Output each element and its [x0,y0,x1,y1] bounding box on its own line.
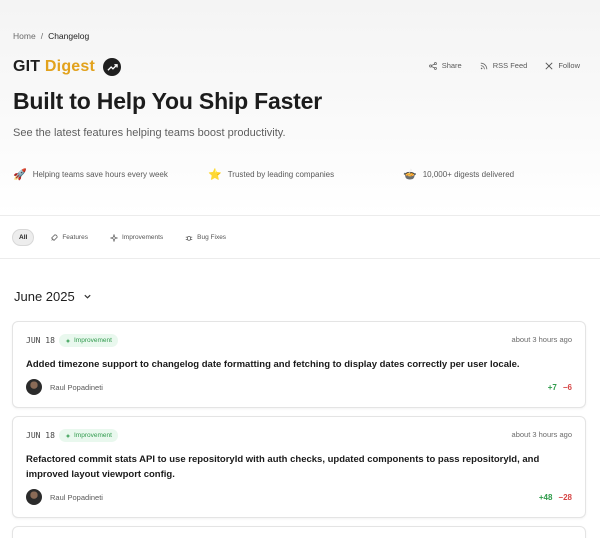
breadcrumb-separator: / [40,31,44,41]
breadcrumb-current: Changelog [48,31,90,41]
rocket-icon: 🚀 [13,169,27,181]
month-selector[interactable]: June 2025 [14,289,92,304]
author-name: Raul Popadineti [50,382,103,392]
month-label: June 2025 [14,289,75,304]
entry-date: JUN 18 [26,431,55,440]
entry-title: Refactored commit stats API to use repos… [26,454,540,480]
status-badge: Improvement [59,429,118,442]
feature-item: 🚀 Helping teams save hours every week [13,168,208,181]
avatar [26,379,42,395]
entry-time: about 3 hours ago [511,335,572,344]
bug-icon [185,235,193,241]
deletions-count: −28 [558,493,572,502]
filter-bugfixes[interactable]: Bug Fixes [179,230,232,246]
follow-button[interactable]: Follow [545,61,580,70]
entry-time: about 3 hours ago [511,430,572,439]
breadcrumb: Home / Changelog [13,31,89,41]
trending-up-icon [103,58,122,76]
brand-name: GIT Digest [13,58,95,76]
sparkle-icon [109,233,118,242]
filter-improvements-label: Improvements [121,234,164,241]
filter-features-label: Features [62,234,88,241]
brand-logo[interactable]: GIT Digest [13,58,122,76]
sparkle-icon [65,433,71,438]
deletions-count: −6 [562,383,572,392]
avatar [26,489,42,505]
entry-date: JUN 18 [26,336,55,345]
header-actions: Share RSS Feed Follow [428,61,580,70]
badge-label: Improvement [74,337,112,344]
star-icon: ⭐ [208,169,222,181]
filter-improvements[interactable]: Improvements [104,230,169,246]
page-subtitle: See the latest features helping teams bo… [13,127,286,139]
entry-author: Raul Popadineti [26,379,103,395]
rss-feed-button[interactable]: RSS Feed [480,61,528,70]
filter-all[interactable]: All [12,229,35,246]
bowl-icon: 🍲 [403,169,417,181]
x-logo-icon [545,61,553,70]
filter-bar: All Features Improvements Bug Fixes [12,229,232,246]
section-divider [0,258,600,259]
entry-author: Raul Popadineti [26,489,103,505]
share-label: Share [441,61,462,70]
diff-stats: +7 −6 [548,383,572,392]
follow-label: Follow [558,61,580,70]
share-button[interactable]: Share [428,61,462,70]
brand-name-part1: GIT [13,58,41,75]
rss-feed-label: RSS Feed [492,61,528,70]
share-icon [428,61,437,70]
feature-item: ⭐ Trusted by leading companies [208,168,403,181]
filter-bugfixes-label: Bug Fixes [197,234,227,241]
rss-icon [480,62,487,69]
additions-count: +48 [538,493,553,502]
page-title: Built to Help You Ship Faster [13,88,322,114]
sparkle-icon [65,338,71,343]
changelog-entry[interactable]: JUN 18 Improvement about 3 hours ago Add… [12,321,586,408]
feature-text: 10,000+ digests delivered [422,170,515,179]
feature-highlights: 🚀 Helping teams save hours every week ⭐ … [13,168,588,181]
rocket-icon [51,233,58,241]
filter-features[interactable]: Features [44,230,94,246]
brand-name-part2: Digest [44,58,96,75]
feature-text: Trusted by leading companies [227,170,335,179]
diff-stats: +48 −28 [539,493,572,502]
chevron-down-icon [84,294,91,299]
changelog-entry[interactable]: JUN 18 Improvement about 3 hours ago Ref… [12,416,586,518]
breadcrumb-home-link[interactable]: Home [13,31,36,41]
author-name: Raul Popadineti [50,492,103,502]
additions-count: +7 [547,383,557,392]
status-badge: Improvement [59,334,118,347]
badge-label: Improvement [74,432,112,439]
changelog-entry[interactable] [12,526,586,538]
feature-item: 🍲 10,000+ digests delivered [403,168,514,181]
feature-text: Helping teams save hours every week [32,170,168,179]
entry-title: Added timezone support to changelog date… [26,359,520,370]
